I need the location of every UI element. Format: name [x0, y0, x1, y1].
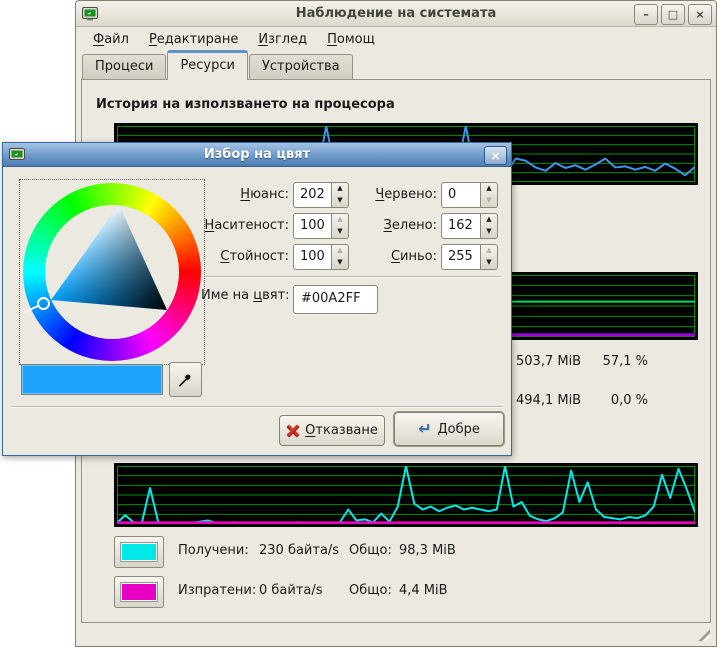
color-picker-dialog: Избор на цвят ×	[2, 142, 512, 456]
cancel-button-label: Отказване	[305, 423, 378, 438]
saturation-down-arrow[interactable]: ▼	[332, 226, 348, 238]
value-down-arrow[interactable]: ▼	[332, 257, 348, 269]
ok-enter-icon: ↵	[418, 421, 431, 437]
tab-resources[interactable]: Ресурси	[167, 50, 248, 80]
tab-devices[interactable]: Устройства	[249, 54, 353, 79]
received-color-button[interactable]	[114, 536, 164, 568]
blue-value[interactable]: 255	[441, 244, 480, 270]
cancel-button[interactable]: Отказване	[279, 415, 385, 446]
system-monitor-icon	[82, 7, 98, 21]
received-total: 98,3 MiB	[399, 543, 456, 558]
received-color-swatch	[120, 542, 158, 562]
menu-help[interactable]: Помощ	[318, 29, 384, 50]
minimize-button[interactable]: –	[634, 4, 658, 25]
saturation-value[interactable]: 100	[293, 213, 331, 239]
dialog-close-icon: ×	[490, 150, 500, 162]
blue-up-arrow[interactable]: ▲	[481, 245, 497, 257]
value-label: Стойност:	[201, 244, 289, 270]
minimize-icon: –	[643, 9, 649, 20]
blue-down-arrow[interactable]: ▼	[481, 257, 497, 269]
window-title: Наблюдение на системата	[76, 6, 716, 21]
cancel-icon	[286, 424, 299, 437]
dialog-icon	[9, 148, 25, 162]
resize-grip[interactable]	[697, 628, 710, 641]
fields-separator	[206, 276, 501, 278]
hue-spinner: 202 ▲▼	[293, 182, 349, 208]
dialog-title: Избор на цвят	[3, 147, 511, 162]
sent-total: 4,4 MiB	[399, 583, 448, 598]
received-total-label: Общо:	[349, 543, 392, 558]
hue-up-arrow[interactable]: ▲	[332, 183, 348, 195]
green-up-arrow[interactable]: ▲	[481, 214, 497, 226]
green-spinner: 162 ▲▼	[441, 213, 498, 239]
red-value[interactable]: 0	[441, 182, 480, 208]
eyedropper-icon	[177, 371, 194, 388]
dialog-close-button[interactable]: ×	[484, 146, 507, 165]
value-up-arrow[interactable]: ▲	[332, 245, 348, 257]
red-down-arrow[interactable]: ▼	[481, 195, 497, 207]
color-name-label: Име на цвят:	[201, 288, 289, 303]
close-button[interactable]: ×	[688, 4, 712, 25]
menu-edit[interactable]: Редактиране	[140, 29, 247, 50]
status-bar	[76, 623, 716, 646]
green-label: Зелено:	[353, 213, 437, 239]
hue-label: Нюанс:	[201, 182, 289, 208]
hue-value[interactable]: 202	[293, 182, 331, 208]
saturation-up-arrow[interactable]: ▲	[332, 214, 348, 226]
dialog-titlebar[interactable]: Избор на цвят ×	[3, 143, 511, 167]
menu-bar: Файл Редактиране Изглед Помощ	[76, 27, 716, 51]
green-down-arrow[interactable]: ▼	[481, 226, 497, 238]
menu-file[interactable]: Файл	[84, 29, 138, 50]
green-value[interactable]: 162	[441, 213, 480, 239]
saturation-spinner: 100 ▲▼	[293, 213, 349, 239]
color-wheel-area	[19, 179, 205, 365]
sent-total-label: Общо:	[349, 583, 392, 598]
hue-down-arrow[interactable]: ▼	[332, 195, 348, 207]
received-label: Получени:	[178, 543, 249, 558]
red-spinner: 0 ▲▼	[441, 182, 498, 208]
notebook-tabs: Процеси Ресурси Устройства	[82, 52, 354, 79]
received-rate: 230 байта/s	[259, 543, 339, 558]
tab-processes[interactable]: Процеси	[82, 54, 166, 79]
swap-percent: 0,0 %	[568, 393, 648, 408]
red-up-arrow[interactable]: ▲	[481, 183, 497, 195]
sent-rate: 0 байта/s	[259, 583, 323, 598]
sent-color-button[interactable]	[114, 576, 164, 608]
saturation-value-triangle[interactable]	[23, 183, 201, 361]
red-label: Червено:	[353, 182, 437, 208]
hue-marker	[38, 298, 49, 309]
color-name-field[interactable]: #00A2FF	[293, 285, 378, 314]
saturation-label: Наситеност:	[201, 213, 289, 239]
hue-marker-line	[25, 306, 38, 312]
memory-percent: 57,1 %	[568, 354, 648, 369]
cpu-history-title: История на използването на процесора	[96, 97, 395, 112]
maximize-button[interactable]: □	[661, 4, 685, 25]
color-preview	[21, 364, 163, 395]
sent-label: Изпратени:	[178, 583, 256, 598]
window-titlebar[interactable]: Наблюдение на системата – □ ×	[76, 1, 716, 27]
actions-separator	[11, 406, 503, 408]
menu-view[interactable]: Изглед	[249, 29, 316, 50]
eyedropper-button[interactable]	[169, 362, 202, 397]
sent-color-swatch	[120, 582, 158, 602]
blue-label: Синьо:	[353, 244, 437, 270]
network-history-chart	[114, 463, 698, 527]
blue-spinner: 255 ▲▼	[441, 244, 498, 270]
maximize-icon: □	[668, 9, 678, 20]
value-value[interactable]: 100	[293, 244, 331, 270]
ok-button-label: Добре	[438, 422, 480, 437]
ok-button[interactable]: ↵ Добре	[394, 412, 504, 446]
value-spinner: 100 ▲▼	[293, 244, 349, 270]
close-icon: ×	[695, 9, 704, 20]
